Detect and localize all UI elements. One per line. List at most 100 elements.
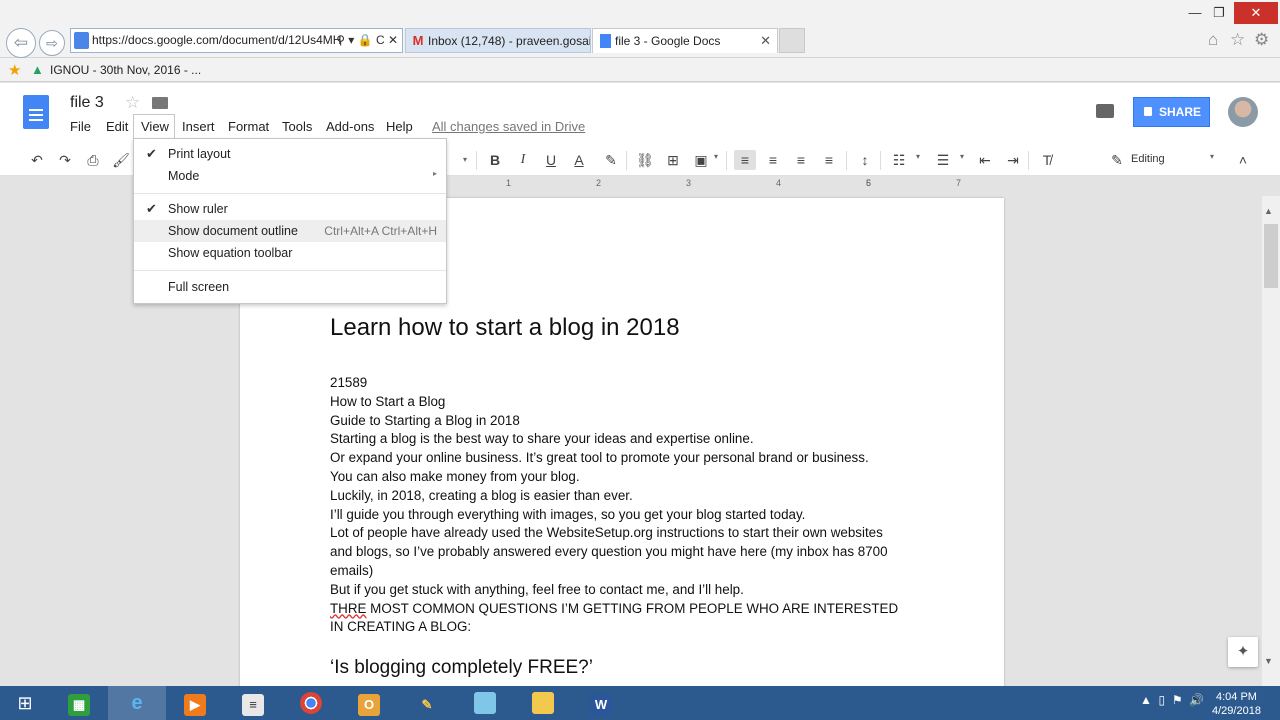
- menu-item-print-layout[interactable]: ✔ Print layout: [134, 143, 446, 165]
- menu-help[interactable]: Help: [386, 119, 413, 134]
- restore-icon[interactable]: ❐: [1208, 2, 1230, 24]
- docs-logo-icon[interactable]: [23, 95, 49, 129]
- clock-date: 4/29/2018: [1212, 705, 1261, 717]
- bulleted-list-dropdown-icon[interactable]: ▾: [960, 152, 964, 161]
- menu-file[interactable]: File: [70, 119, 91, 134]
- image-dropdown-icon[interactable]: ▾: [714, 152, 718, 161]
- body-line: Or expand your online business. It’s gre…: [330, 450, 869, 466]
- avatar[interactable]: [1228, 97, 1258, 127]
- link-icon[interactable]: ⛓: [634, 150, 656, 170]
- document-title[interactable]: file 3: [70, 94, 104, 112]
- favorites-icon[interactable]: ★: [8, 61, 21, 79]
- favorites-star-icon[interactable]: ☆: [1230, 30, 1245, 50]
- vertical-scrollbar[interactable]: ▲ ▼: [1262, 196, 1280, 686]
- menu-item-show-document-outline[interactable]: Show document outline Ctrl+Alt+A Ctrl+Al…: [134, 220, 446, 242]
- favorite-link[interactable]: IGNOU - 30th Nov, 2016 - ...: [50, 63, 201, 77]
- media-player-icon[interactable]: ▶: [166, 686, 224, 720]
- menu-edit[interactable]: Edit: [106, 119, 128, 134]
- menu-format[interactable]: Format: [228, 119, 269, 134]
- start-windows-icon[interactable]: ⊞: [0, 686, 50, 720]
- explore-icon[interactable]: ✦: [1228, 637, 1258, 667]
- favorites-bar: ★ ▲ IGNOU - 30th Nov, 2016 - ...: [0, 58, 1280, 82]
- comments-icon[interactable]: [1096, 104, 1114, 118]
- folder-icon[interactable]: [152, 97, 168, 109]
- windows-taskbar: ⊞ ▦ e ▶ ≡ O ✎ W ▲ ▯ ⚑ 🔊 4:04 PM 4/29/201…: [0, 686, 1280, 720]
- redo-icon[interactable]: ↷: [54, 150, 76, 170]
- align-center-icon[interactable]: ≡: [762, 150, 784, 170]
- back-icon[interactable]: ⇦: [6, 28, 36, 58]
- browser-chrome: — ❐ ✕ ⇦ ⇨ https://docs.google.com/docume…: [0, 0, 1280, 58]
- docs-icon: [600, 34, 611, 48]
- share-label: SHARE: [1159, 105, 1202, 119]
- save-status[interactable]: All changes saved in Drive: [432, 119, 585, 134]
- ruler[interactable]: 1 2 3 4 5 6 7: [446, 178, 1034, 190]
- address-bar[interactable]: https://docs.google.com/document/d/12Us4…: [70, 28, 403, 53]
- menu-item-label: Show ruler: [168, 202, 228, 216]
- ruler-tick: 1: [506, 178, 512, 188]
- numbered-list-icon[interactable]: ☷: [888, 150, 910, 170]
- clear-formatting-icon[interactable]: T̸: [1036, 150, 1058, 170]
- mode-dropdown-icon[interactable]: ▾: [1210, 152, 1214, 161]
- internet-explorer-icon[interactable]: e: [108, 686, 166, 720]
- menu-insert[interactable]: Insert: [182, 119, 215, 134]
- forward-icon[interactable]: ⇨: [39, 30, 65, 56]
- menu-item-show-equation-toolbar[interactable]: Show equation toolbar: [134, 242, 446, 264]
- check-icon: ✔: [146, 201, 157, 216]
- line-spacing-icon[interactable]: ↕: [854, 150, 876, 170]
- system-tray[interactable]: ▲ ▯ ⚑ 🔊: [1140, 693, 1204, 707]
- home-icon[interactable]: ⌂: [1208, 30, 1218, 50]
- chrome-icon[interactable]: [282, 686, 340, 720]
- scroll-down-icon[interactable]: ▼: [1264, 656, 1273, 666]
- text-color-icon[interactable]: A: [568, 150, 590, 170]
- body-line: THRE MOST COMMON QUESTIONS I’M GETTING F…: [330, 600, 899, 616]
- collapse-chevron-icon[interactable]: ˄: [1232, 150, 1254, 170]
- scroll-thumb[interactable]: [1264, 224, 1278, 288]
- tab-close-icon[interactable]: ✕: [760, 33, 771, 49]
- word-icon[interactable]: W: [572, 686, 630, 720]
- star-icon[interactable]: ☆: [125, 93, 140, 113]
- store-icon[interactable]: ▦: [50, 686, 108, 720]
- menu-view[interactable]: View: [133, 114, 175, 141]
- tab-google-docs[interactable]: file 3 - Google Docs ✕: [592, 28, 778, 53]
- decrease-indent-icon[interactable]: ⇤: [974, 150, 996, 170]
- new-tab-button[interactable]: [779, 28, 805, 53]
- undo-icon[interactable]: ↶: [26, 150, 48, 170]
- tab-label: Inbox (12,748) - praveen.gosai...: [428, 34, 591, 48]
- highlight-color-icon[interactable]: ✎: [600, 150, 622, 170]
- font-size-dropdown-icon[interactable]: ▾: [454, 150, 476, 170]
- align-left-icon[interactable]: ≡: [734, 150, 756, 170]
- outlook-icon[interactable]: O: [340, 686, 398, 720]
- menu-tools[interactable]: Tools: [282, 119, 312, 134]
- italic-icon[interactable]: I: [512, 150, 534, 170]
- numbered-list-dropdown-icon[interactable]: ▾: [916, 152, 920, 161]
- paint-icon[interactable]: ✎: [398, 686, 456, 720]
- paint-format-icon[interactable]: 🖌: [110, 150, 132, 170]
- add-comment-icon[interactable]: ⊞: [662, 150, 684, 170]
- menu-item-full-screen[interactable]: Full screen: [134, 276, 446, 298]
- menu-item-mode[interactable]: Mode ▸: [134, 165, 446, 187]
- align-right-icon[interactable]: ≡: [790, 150, 812, 170]
- menu-item-shortcut: Ctrl+Alt+A Ctrl+Alt+H: [324, 224, 437, 238]
- insert-image-icon[interactable]: ▣: [690, 150, 712, 170]
- bold-icon[interactable]: B: [484, 150, 506, 170]
- share-button[interactable]: SHARE: [1133, 97, 1210, 127]
- print-icon[interactable]: ⎙: [82, 150, 104, 170]
- app-icon[interactable]: [456, 686, 514, 720]
- align-justify-icon[interactable]: ≡: [818, 150, 840, 170]
- underline-icon[interactable]: U: [540, 150, 562, 170]
- mode-selector[interactable]: Editing: [1131, 153, 1165, 165]
- file-explorer-icon[interactable]: [514, 686, 572, 720]
- settings-gear-icon[interactable]: ⚙: [1254, 30, 1269, 50]
- address-tools[interactable]: ⚲ ▾ 🔒 C ✕: [336, 33, 398, 47]
- notepad-icon[interactable]: ≡: [224, 686, 282, 720]
- menu-addons[interactable]: Add-ons: [326, 119, 374, 134]
- increase-indent-icon[interactable]: ⇥: [1002, 150, 1024, 170]
- close-window-icon[interactable]: ✕: [1234, 2, 1278, 24]
- scroll-up-icon[interactable]: ▲: [1264, 206, 1273, 216]
- bulleted-list-icon[interactable]: ☰: [932, 150, 954, 170]
- clock[interactable]: 4:04 PM 4/29/2018: [1212, 690, 1261, 718]
- minimize-icon[interactable]: —: [1184, 2, 1206, 24]
- tab-gmail[interactable]: M Inbox (12,748) - praveen.gosai...: [405, 28, 591, 53]
- docs-header: file 3 ☆ File Edit View Insert Format To…: [0, 83, 1280, 145]
- menu-item-show-ruler[interactable]: ✔ Show ruler: [134, 198, 446, 220]
